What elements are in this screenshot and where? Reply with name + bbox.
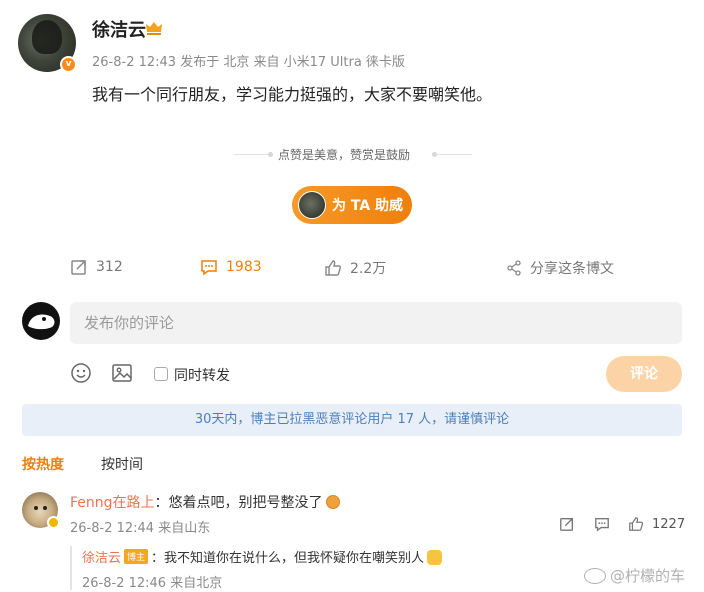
comment-like-count: 1227 (652, 516, 686, 532)
author-name[interactable]: 徐洁云 (92, 16, 146, 42)
repost-icon (560, 518, 573, 531)
reply-meta: 26-8-2 12:46 来自北京 (82, 576, 223, 591)
thumbs-up-icon (629, 517, 644, 531)
repost-checkbox[interactable] (154, 367, 168, 381)
comment-meta: 26-8-2 12:44 来自山东 (70, 521, 211, 536)
commenter-badge-icon (47, 516, 60, 529)
crown-icon (145, 20, 163, 40)
support-avatar (298, 191, 326, 219)
support-button[interactable]: 为 TA 助威 (292, 186, 412, 224)
reply-text: ：我不知道你在说什么，但我怀疑你在嘲笑别人 (151, 551, 425, 566)
comment-text: ：悠着点吧，别把号整没了 (154, 495, 323, 511)
tab-sort-time[interactable]: 按时间 (101, 454, 143, 474)
comment-reply-button[interactable] (594, 516, 610, 532)
user-avatar[interactable] (22, 302, 60, 340)
commenter-name[interactable]: Fenng在路上 (70, 495, 155, 511)
reply-author-name[interactable]: 徐洁云 (82, 551, 121, 566)
repost-button[interactable]: 312 (70, 258, 123, 276)
image-icon[interactable] (111, 362, 133, 388)
comment-button[interactable]: 1983 (200, 258, 262, 276)
comment-like-button[interactable]: 1227 (628, 516, 685, 532)
watermark-text: @柠檬的车 (610, 567, 686, 585)
block-notice: 30天内，博主已拉黑恶意评论用户 17 人，请谨慎评论 (22, 404, 682, 436)
post-text: 我有一个同行朋友，学习能力挺强的，大家不要嘲笑他。 (92, 85, 493, 104)
emoji-icon[interactable] (70, 362, 92, 388)
comment-count: 1983 (226, 259, 262, 275)
reply-divider (70, 546, 72, 590)
comment-input[interactable] (70, 302, 682, 344)
tab-sort-hot[interactable]: 按热度 (22, 454, 64, 474)
repost-icon (71, 260, 86, 275)
tip-dot-left (268, 152, 273, 157)
thumbs-up-icon (325, 260, 341, 276)
comment-repost-button[interactable] (559, 516, 575, 532)
tip-divider-left (234, 154, 270, 155)
like-count: 2.2万 (350, 261, 387, 277)
weibo-logo-icon (584, 567, 606, 584)
angry-emoji-icon (325, 495, 340, 509)
repost-count: 312 (96, 259, 123, 275)
comment-icon (201, 260, 217, 276)
tip-divider-right (436, 154, 472, 155)
watermark: @柠檬的车 (584, 565, 685, 586)
comment-line: Fenng在路上：悠着点吧，别把号整没了 (70, 492, 340, 512)
post-meta: 26-8-2 12:43 发布于 北京 来自 小米17 Ultra 徕卡版 (92, 55, 405, 70)
share-icon (507, 260, 521, 276)
doge-emoji-icon (427, 550, 443, 565)
submit-comment-button[interactable]: 评论 (606, 356, 682, 392)
repost-checkbox-label: 同时转发 (174, 368, 230, 384)
author-tag: 博主 (124, 549, 149, 564)
verified-badge-icon: v (60, 56, 77, 73)
reply-line: 徐洁云 博主 ：我不知道你在说什么，但我怀疑你在嘲笑别人 (82, 547, 443, 566)
share-button[interactable]: 分享这条博文 (506, 258, 614, 278)
support-label: 为 TA 助威 (332, 198, 404, 214)
tip-text: 点赞是美意，赞赏是鼓励 (278, 148, 411, 162)
like-button[interactable]: 2.2万 (324, 258, 386, 278)
share-label: 分享这条博文 (530, 261, 614, 277)
comment-icon (595, 518, 609, 532)
